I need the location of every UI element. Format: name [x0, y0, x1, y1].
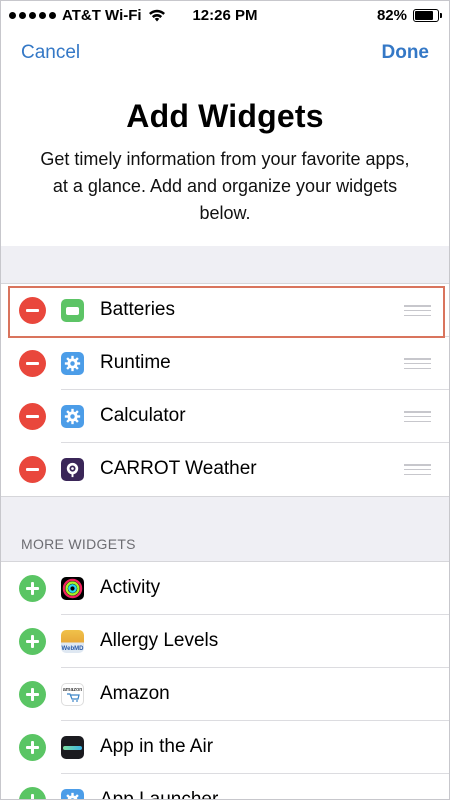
activity-rings-icon — [61, 577, 84, 600]
widget-row-runtime: Runtime — [1, 337, 449, 390]
widget-label: Calculator — [100, 405, 186, 426]
gear-icon — [61, 405, 84, 428]
screen: AT&T Wi-Fi 12:26 PM 82% Cancel Done Add … — [0, 0, 450, 800]
widget-label: Activity — [100, 577, 161, 598]
widget-row-amazon: amazon Amazon — [1, 668, 449, 721]
more-widgets-header: MORE WIDGETS — [21, 536, 136, 552]
battery-level-fill — [415, 11, 434, 20]
remove-widget-button[interactable] — [19, 403, 46, 430]
active-widgets-list: Batteries Runtime Calculator CARROT Weat… — [1, 283, 449, 497]
widget-row-batteries: Batteries — [1, 284, 449, 337]
reorder-handle-icon[interactable] — [404, 411, 431, 422]
remove-widget-button[interactable] — [19, 350, 46, 377]
widget-row-calculator: Calculator — [1, 390, 449, 443]
header: Cancel Done Add Widgets Get timely infor… — [1, 31, 449, 246]
widget-label: Runtime — [100, 352, 171, 373]
widget-label: Batteries — [100, 299, 175, 320]
battery-icon — [413, 9, 442, 22]
battery-widget-icon — [61, 299, 84, 322]
gear-icon — [61, 352, 84, 375]
add-widget-button[interactable] — [19, 628, 46, 655]
carrot-weather-icon — [61, 458, 84, 481]
page-subtitle: Get timely information from your favorit… — [40, 149, 410, 223]
amazon-icon: amazon — [61, 683, 84, 706]
done-button[interactable]: Done — [382, 42, 430, 64]
widget-row-allergy-levels: WebMD Allergy Levels — [1, 615, 449, 668]
add-widget-button[interactable] — [19, 787, 46, 799]
remove-widget-button[interactable] — [19, 297, 46, 324]
widget-label: Allergy Levels — [100, 630, 219, 651]
widget-row-carrot-weather: CARROT Weather — [1, 443, 449, 496]
reorder-handle-icon[interactable] — [404, 358, 431, 369]
status-bar: AT&T Wi-Fi 12:26 PM 82% — [1, 1, 449, 31]
widget-label: App in the Air — [100, 736, 214, 757]
page-title: Add Widgets — [126, 98, 324, 134]
app-in-the-air-icon — [61, 736, 84, 759]
reorder-handle-icon[interactable] — [404, 464, 431, 475]
add-widget-button[interactable] — [19, 681, 46, 708]
remove-widget-button[interactable] — [19, 456, 46, 483]
more-widgets-list: Activity WebMD Allergy Levels amazon Ama… — [1, 561, 449, 800]
widget-label: App Launcher — [100, 789, 219, 800]
cancel-button[interactable]: Cancel — [21, 42, 80, 64]
status-right: 82% — [376, 7, 442, 24]
gear-icon — [61, 789, 84, 799]
add-widget-button[interactable] — [19, 734, 46, 761]
webmd-icon-text: WebMD — [61, 646, 84, 652]
reorder-handle-icon[interactable] — [404, 305, 431, 316]
add-widget-button[interactable] — [19, 575, 46, 602]
widget-row-app-launcher: App Launcher — [1, 774, 449, 800]
widget-row-activity: Activity — [1, 562, 449, 615]
widget-row-app-in-the-air: App in the Air — [1, 721, 449, 774]
battery-percent: 82% — [376, 7, 407, 24]
webmd-icon: WebMD — [61, 630, 84, 653]
widget-label: Amazon — [100, 683, 170, 704]
widget-label: CARROT Weather — [100, 458, 257, 479]
